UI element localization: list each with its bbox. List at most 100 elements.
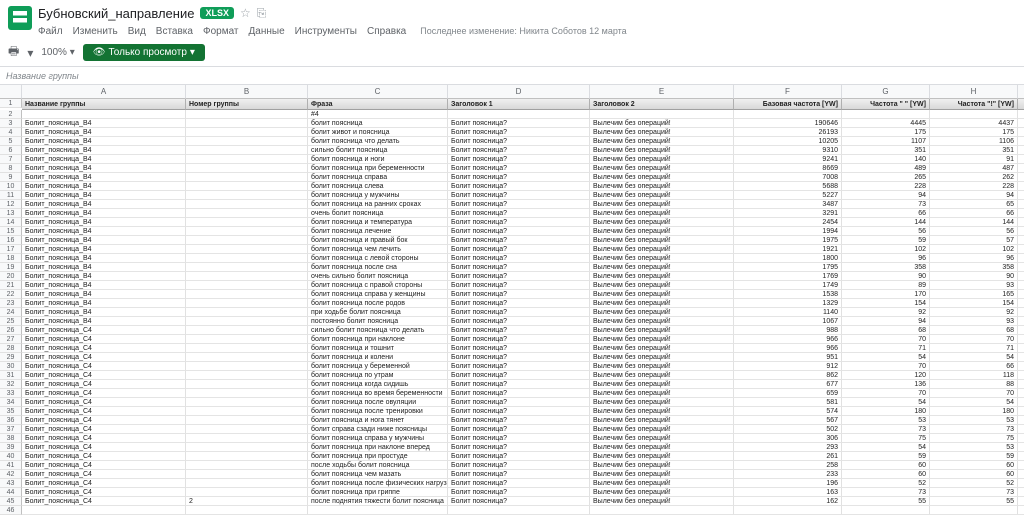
cell[interactable]: при ходьбе болит поясница (308, 308, 448, 317)
cell[interactable]: 677 (734, 380, 842, 389)
cell[interactable]: Болит_поясница_С4 (22, 461, 186, 470)
cell[interactable]: болит поясница чем мазать (308, 470, 448, 479)
cell[interactable] (186, 209, 308, 218)
cell[interactable]: Болит_поясница_С4 (22, 470, 186, 479)
cell[interactable]: Болит_поясница_С4 (22, 407, 186, 416)
cell[interactable]: 9310 (734, 146, 842, 155)
cell[interactable]: болит поясница после тренировки (308, 407, 448, 416)
cell[interactable]: 180 (842, 407, 930, 416)
col-header[interactable]: H (930, 85, 1018, 99)
cell[interactable]: 140 (842, 155, 930, 164)
cell[interactable]: Вылечим без операций! (590, 290, 734, 299)
cell[interactable] (186, 488, 308, 497)
row-header[interactable]: 13 (0, 209, 22, 218)
cell[interactable] (1018, 416, 1024, 425)
cell[interactable] (1018, 128, 1024, 137)
cell[interactable] (186, 272, 308, 281)
select-all-corner[interactable] (0, 85, 22, 99)
cell[interactable]: Болит поясница? (448, 470, 590, 479)
cell[interactable]: 53 (930, 443, 1018, 452)
cell[interactable] (448, 110, 590, 119)
cell[interactable] (186, 326, 308, 335)
cell[interactable]: Болит поясница? (448, 209, 590, 218)
cell[interactable] (186, 191, 308, 200)
row-header[interactable]: 27 (0, 335, 22, 344)
cell[interactable]: 70 (842, 362, 930, 371)
cell[interactable]: Болит поясница? (448, 245, 590, 254)
row-header[interactable]: 31 (0, 371, 22, 380)
row-header[interactable]: 29 (0, 353, 22, 362)
cell[interactable]: 68 (930, 326, 1018, 335)
cell[interactable]: 118 (930, 371, 1018, 380)
cell[interactable]: 489 (842, 164, 930, 173)
cell[interactable] (1018, 479, 1024, 488)
cell[interactable]: 233 (734, 470, 842, 479)
cell[interactable]: 65 (930, 200, 1018, 209)
cell[interactable]: Вылечим без операций! (590, 398, 734, 407)
cell[interactable] (1018, 407, 1024, 416)
cell[interactable]: 228 (930, 182, 1018, 191)
cell[interactable] (186, 434, 308, 443)
cell[interactable]: 9241 (734, 155, 842, 164)
cell[interactable]: Вылечим без операций! (590, 362, 734, 371)
cell[interactable]: болит поясница после родов (308, 299, 448, 308)
cell[interactable]: Вылечим без операций! (590, 137, 734, 146)
cell[interactable] (1018, 488, 1024, 497)
cell[interactable]: Вылечим без операций! (590, 308, 734, 317)
cell[interactable] (1018, 263, 1024, 272)
cell[interactable]: после ходьбы болит поясница (308, 461, 448, 470)
cell[interactable]: Болит_поясница_В4 (22, 317, 186, 326)
cell[interactable]: 265 (842, 173, 930, 182)
cell[interactable]: Вылечим без операций! (590, 371, 734, 380)
cell[interactable]: Вылечим без операций! (590, 263, 734, 272)
cell[interactable]: Болит поясница? (448, 155, 590, 164)
row-header[interactable]: 25 (0, 317, 22, 326)
caret-icon[interactable]: ▾ (27, 46, 33, 60)
cell[interactable]: 70 (930, 389, 1018, 398)
cell[interactable] (22, 506, 186, 515)
cell[interactable]: 1749 (734, 281, 842, 290)
cell[interactable]: 54 (842, 353, 930, 362)
cell[interactable]: Болит_поясница_С4 (22, 398, 186, 407)
table-header[interactable]: Название группы (22, 99, 186, 110)
cell[interactable]: Болит_поясница_С4 (22, 353, 186, 362)
cell[interactable]: Болит поясница? (448, 263, 590, 272)
cell[interactable]: Болит_поясница_С4 (22, 371, 186, 380)
cell[interactable]: 180 (930, 407, 1018, 416)
cell[interactable]: болит поясница при гриппе (308, 488, 448, 497)
cell[interactable]: болит поясница после овуляции (308, 398, 448, 407)
cell[interactable]: 89 (842, 281, 930, 290)
cell[interactable]: 262 (930, 173, 1018, 182)
cell[interactable]: Болит_поясница_С4 (22, 335, 186, 344)
cell[interactable]: болит поясница и тошнит (308, 344, 448, 353)
cell[interactable] (1018, 497, 1024, 506)
cell[interactable]: Болит поясница? (448, 380, 590, 389)
cell[interactable]: 228 (842, 182, 930, 191)
cell[interactable] (186, 470, 308, 479)
cell[interactable]: 1921 (734, 245, 842, 254)
cell[interactable] (1018, 470, 1024, 479)
cell[interactable]: 7008 (734, 173, 842, 182)
cell[interactable]: болит поясница у беременной (308, 362, 448, 371)
cell[interactable] (186, 182, 308, 191)
row-header[interactable]: 36 (0, 416, 22, 425)
cell[interactable]: болит поясница (308, 119, 448, 128)
row-header[interactable]: 46 (0, 506, 22, 515)
cell[interactable]: Болит поясница? (448, 362, 590, 371)
cell[interactable]: Вылечим без операций! (590, 317, 734, 326)
cell[interactable]: 94 (930, 191, 1018, 200)
col-header[interactable]: D (448, 85, 590, 99)
cell[interactable]: 71 (930, 344, 1018, 353)
cell[interactable]: 502 (734, 425, 842, 434)
cell[interactable] (1018, 200, 1024, 209)
row-header[interactable]: 44 (0, 488, 22, 497)
table-header[interactable]: Частота " " [YW] (842, 99, 930, 110)
cell[interactable]: Болит_поясница_В4 (22, 119, 186, 128)
cell[interactable]: 3291 (734, 209, 842, 218)
cell[interactable]: сильно болит поясница (308, 146, 448, 155)
row-header[interactable]: 38 (0, 434, 22, 443)
cell[interactable]: Вылечим без операций! (590, 245, 734, 254)
table-header[interactable]: Заголовок 1 (448, 99, 590, 110)
cell[interactable]: 1329 (734, 299, 842, 308)
move-icon[interactable]: ⎘ (257, 6, 267, 21)
